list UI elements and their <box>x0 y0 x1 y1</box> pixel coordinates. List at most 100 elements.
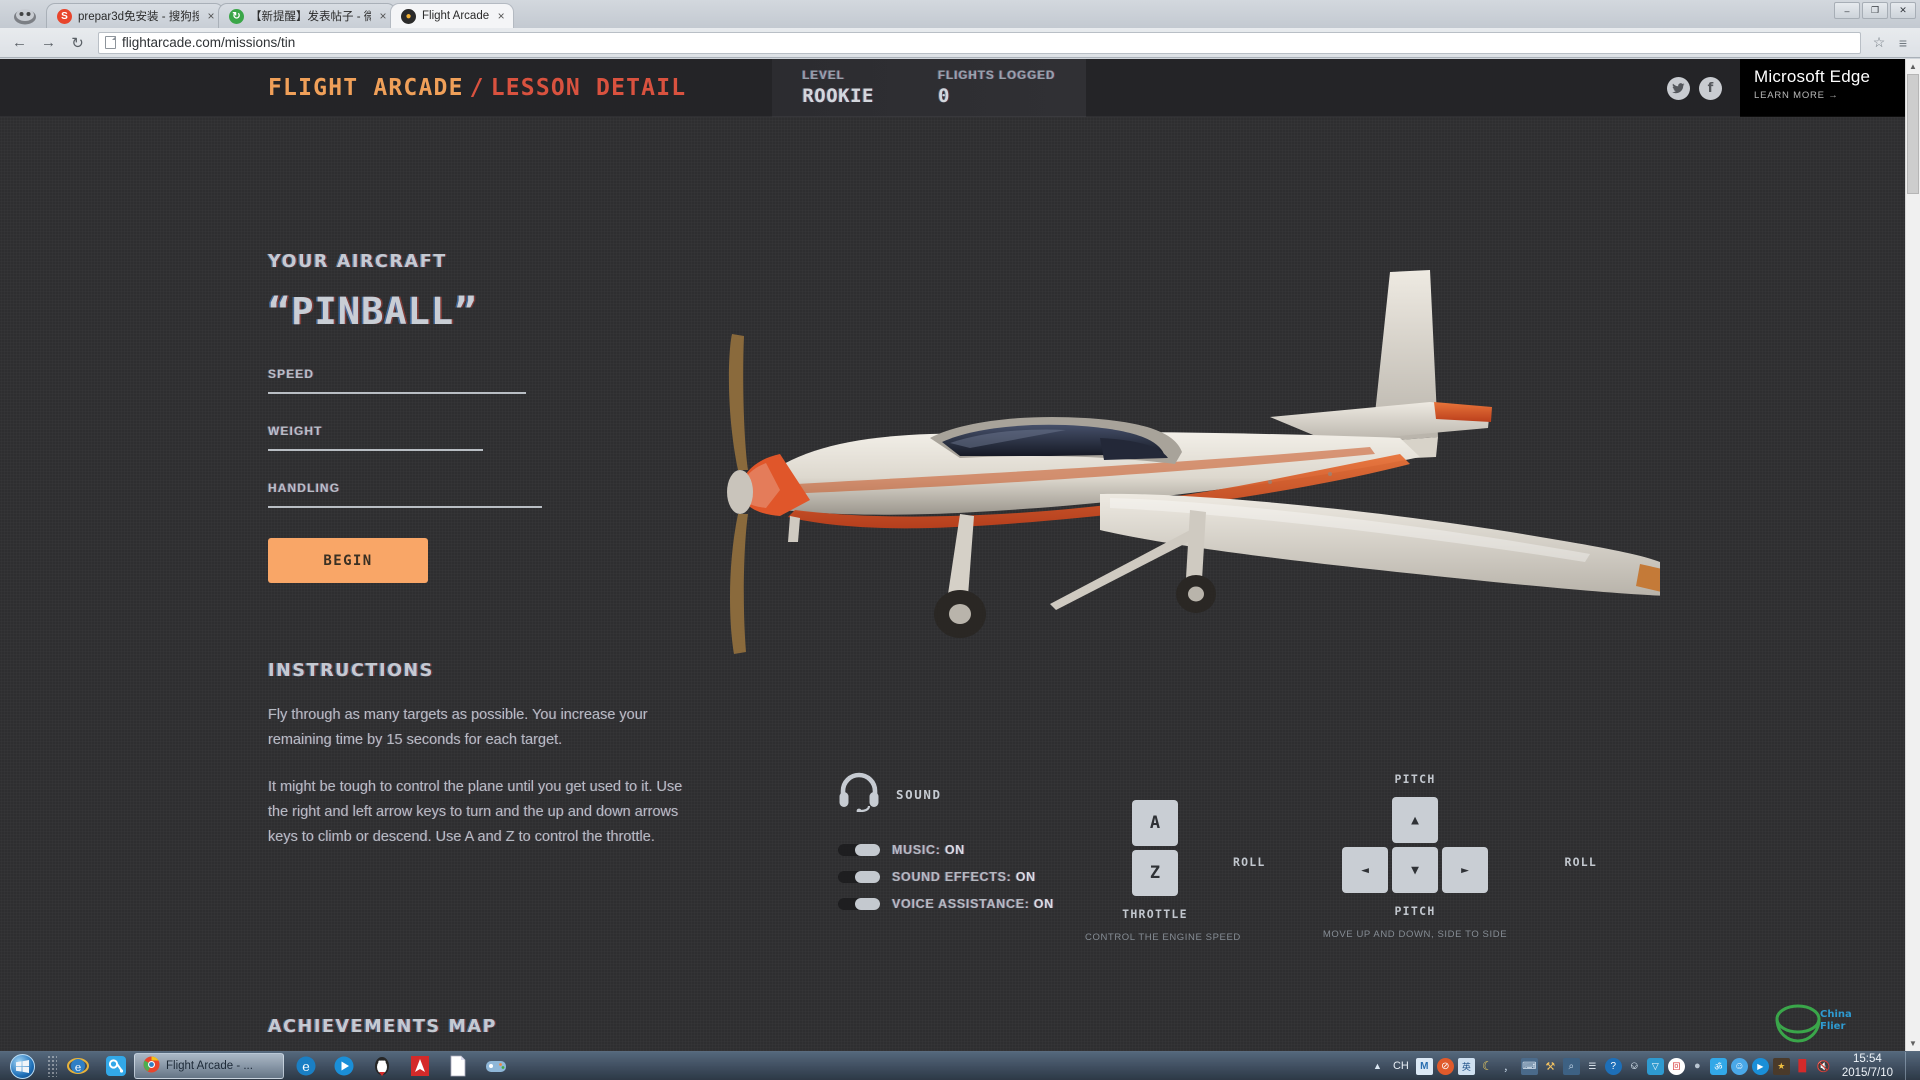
scroll-down-icon[interactable]: ▼ <box>1906 1036 1920 1051</box>
keyboard-icon[interactable]: ⌨ <box>1520 1057 1538 1075</box>
tab-close-icon[interactable]: × <box>205 10 217 22</box>
smiley-icon[interactable]: ☺ <box>1730 1057 1748 1075</box>
brand-primary: FLIGHT ARCADE <box>268 75 464 101</box>
stat-level-label: LEVEL <box>802 69 845 82</box>
pitch-roll-controls: PITCH ROLL ROLL ▲ ◄ ▼ ► PITCH MOVE UP AN… <box>1233 772 1596 940</box>
shield-icon[interactable]: ▽ <box>1646 1057 1664 1075</box>
network-icon[interactable]: ⎉ <box>1626 1058 1643 1075</box>
brand-secondary: LESSON DETAIL <box>490 75 687 101</box>
menu-icon[interactable]: ≡ <box>1892 32 1914 54</box>
edge-icon[interactable]: e <box>288 1053 324 1079</box>
ime-m-icon[interactable]: M <box>1415 1057 1433 1075</box>
microsoft-edge-ad[interactable]: Microsoft Edge LEARN MORE → <box>1740 59 1920 117</box>
close-button[interactable]: ✕ <box>1890 2 1916 19</box>
voice-assistance-switch[interactable] <box>838 898 880 910</box>
qqbrowser-tray-icon[interactable]: ॐ <box>1709 1057 1727 1075</box>
roll-label-right: ROLL <box>1564 855 1597 869</box>
reload-button[interactable]: ↻ <box>64 31 91 55</box>
browser-toolbar: ← → ↻ flightarcade.com/missions/tin ☆ ≡ <box>0 28 1920 58</box>
key-a[interactable]: A <box>1132 800 1178 846</box>
sound-header: SOUND <box>838 772 1054 817</box>
tab-favicon: ↻ <box>229 8 244 24</box>
windows-logo-icon <box>9 1053 35 1079</box>
key-arrow-right[interactable]: ► <box>1442 847 1488 893</box>
qq-browser-icon[interactable] <box>98 1053 134 1079</box>
scroll-up-icon[interactable]: ▲ <box>1906 59 1920 74</box>
antivirus-icon[interactable]: 回 <box>1667 1057 1685 1075</box>
browser-tab[interactable]: ↻ 【新提醒】发表帖子 - 微 × <box>218 3 396 28</box>
tray-expand-icon[interactable]: ▲ <box>1369 1061 1386 1071</box>
page-scrollbar[interactable]: ▲ ▼ <box>1905 59 1920 1051</box>
block-icon[interactable]: ⊘ <box>1436 1057 1454 1075</box>
toggle-music[interactable]: MUSIC: ON <box>838 843 1054 857</box>
clock-time: 15:54 <box>1853 1053 1882 1065</box>
toggle-sound-effects[interactable]: SOUND EFFECTS: ON <box>838 870 1054 884</box>
internet-explorer-icon[interactable]: e <box>60 1053 96 1079</box>
twitter-icon[interactable] <box>1667 76 1690 100</box>
forward-button[interactable]: → <box>35 31 62 55</box>
toolbox-icon[interactable]: ⚒ <box>1542 1058 1559 1075</box>
volume-muted-icon[interactable]: 🔇 <box>1815 1058 1832 1075</box>
sound-effects-switch[interactable] <box>838 871 880 883</box>
taskbar-window-chrome[interactable]: Flight Arcade - ... <box>134 1053 284 1079</box>
help-icon[interactable]: ? <box>1604 1057 1622 1075</box>
toggle-voice-assistance[interactable]: VOICE ASSISTANCE: ON <box>838 897 1054 911</box>
tab-close-icon[interactable]: × <box>495 10 507 22</box>
address-bar[interactable]: flightarcade.com/missions/tin <box>98 31 1861 54</box>
ime-cn-icon[interactable]: 英 <box>1457 1057 1475 1075</box>
facebook-icon[interactable]: f <box>1699 76 1722 100</box>
arrow-row-top: ▲ <box>1392 797 1438 843</box>
begin-button[interactable]: BEGIN <box>268 538 428 583</box>
player-tray-icon[interactable]: ▶ <box>1751 1057 1769 1075</box>
svg-text:e: e <box>75 1061 82 1074</box>
ime-language-indicator[interactable]: CH <box>1390 1060 1412 1072</box>
site-header: FLIGHT ARCADE / LESSON DETAIL LEVEL ROOKIE… <box>0 59 1920 117</box>
toggle-state: ON <box>1033 897 1054 911</box>
taskbar-clock[interactable]: 15:54 2015/7/10 <box>1836 1052 1901 1080</box>
stat-level-value: ROOKIE <box>802 84 874 107</box>
windows-taskbar: e Flight Arcade - ... e ▲ CH M ⊘ 英 ☾ ， ⌨… <box>0 1051 1920 1080</box>
document-icon[interactable] <box>440 1053 476 1079</box>
aircraft-image <box>630 242 1676 697</box>
disc-icon[interactable]: ● <box>1689 1058 1706 1075</box>
star-icon[interactable]: ★ <box>1772 1057 1790 1075</box>
switch-knob <box>855 871 880 883</box>
music-switch[interactable] <box>838 844 880 856</box>
social-links: f <box>1667 76 1740 100</box>
clipboard-icon[interactable]: ☰ <box>1584 1058 1601 1075</box>
ad-learn-more-link[interactable]: LEARN MORE → <box>1754 90 1920 101</box>
redlight-icon[interactable]: █ <box>1794 1058 1811 1075</box>
tab-close-icon[interactable]: × <box>377 10 389 22</box>
taskbar-grip[interactable] <box>47 1055 57 1077</box>
key-arrow-up[interactable]: ▲ <box>1392 797 1438 843</box>
quick-launch: e <box>60 1053 134 1079</box>
page-info-icon <box>105 36 116 49</box>
key-arrow-left[interactable]: ◄ <box>1342 847 1388 893</box>
bookmark-star-icon[interactable]: ☆ <box>1868 32 1890 54</box>
start-button[interactable] <box>0 1053 44 1080</box>
minimize-button[interactable]: – <box>1834 2 1860 19</box>
maximize-button[interactable]: ❐ <box>1862 2 1888 19</box>
key-arrow-down[interactable]: ▼ <box>1392 847 1438 893</box>
show-desktop-button[interactable] <box>1905 1052 1914 1080</box>
pitch-sub: MOVE UP AND DOWN, SIDE TO SIDE <box>1322 929 1508 940</box>
autocad-icon[interactable] <box>402 1053 438 1079</box>
browser-tab-active[interactable]: ● Flight Arcade × <box>390 3 515 28</box>
punctuation-icon[interactable]: ， <box>1500 1058 1517 1075</box>
headset-icon <box>838 772 880 817</box>
brand-divider: / <box>469 75 485 101</box>
site-brand[interactable]: FLIGHT ARCADE / LESSON DETAIL <box>268 75 686 101</box>
browser-tab[interactable]: S prepar3d免安装 - 搜狗搜 × <box>46 3 224 28</box>
sound-label: SOUND <box>896 787 942 802</box>
back-button[interactable]: ← <box>6 31 33 55</box>
media-player-icon[interactable] <box>326 1053 362 1079</box>
scrollbar-thumb[interactable] <box>1907 74 1919 194</box>
game-icon[interactable] <box>478 1053 514 1079</box>
moon-icon[interactable]: ☾ <box>1479 1058 1496 1075</box>
key-z[interactable]: Z <box>1132 850 1178 896</box>
switch-knob <box>855 898 880 910</box>
toggle-state: ON <box>944 843 965 857</box>
magnifier-icon[interactable]: ⌕ <box>1562 1057 1580 1075</box>
tab-title: prepar3d免安装 - 搜狗搜 <box>78 11 199 23</box>
qq-icon[interactable] <box>364 1053 400 1079</box>
